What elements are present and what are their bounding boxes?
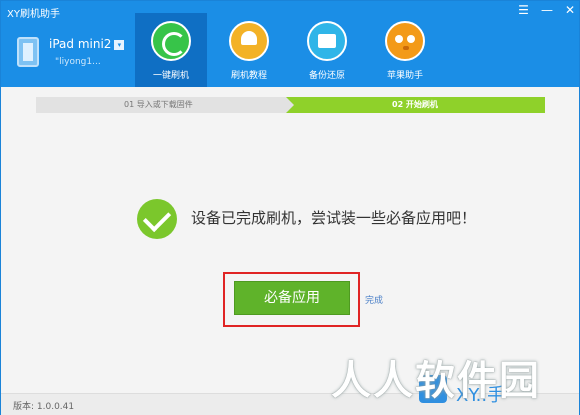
check-icon	[137, 199, 177, 239]
header-bar: XY刷机助手 ☰ — ✕ iPad mini2 ▾ "liyong1... 一键刷…	[1, 1, 579, 87]
dropdown-icon[interactable]: ▾	[114, 40, 125, 50]
main-nav: 一键刷机 刷机教程 备份还原 苹果助手	[135, 13, 447, 87]
device-name[interactable]: iPad mini2 ▾	[49, 37, 125, 51]
ipad-icon	[17, 37, 39, 67]
success-message: 设备已完成刷机，尝试装一些必备应用吧！	[191, 209, 477, 227]
step-import-firmware: 01 导入或下载固件	[36, 97, 286, 113]
done-link[interactable]: 完成	[365, 293, 383, 306]
minimize-icon[interactable]: —	[541, 4, 553, 16]
nav-item-one-click-flash[interactable]: 一键刷机	[135, 13, 207, 87]
refresh-icon	[151, 21, 191, 61]
essential-apps-button[interactable]: 必备应用	[234, 281, 350, 315]
nav-label: 刷机教程	[230, 71, 267, 81]
device-user: "liyong1...	[55, 57, 101, 67]
menu-icon[interactable]: ☰	[518, 4, 529, 16]
backup-icon	[307, 21, 347, 61]
close-icon[interactable]: ✕	[565, 4, 575, 16]
nav-item-backup-restore[interactable]: 备份还原	[291, 13, 363, 87]
window-controls: ☰ — ✕	[518, 4, 575, 16]
nav-item-tutorial[interactable]: 刷机教程	[213, 13, 285, 87]
step-start-flash: 02 开始刷机	[286, 97, 545, 113]
nav-label: 一键刷机	[152, 71, 189, 81]
device-name-label: iPad mini2	[49, 37, 112, 51]
device-selector[interactable]: iPad mini2 ▾ "liyong1...	[17, 35, 129, 71]
app-title: XY刷机助手	[7, 9, 60, 20]
watermark-text: 人人软件园	[331, 358, 541, 404]
version-label: 版本: 1.0.0.41	[13, 402, 75, 412]
nav-label: 苹果助手	[386, 71, 423, 81]
app-window: XY刷机助手 ☰ — ✕ iPad mini2 ▾ "liyong1... 一键刷…	[0, 0, 580, 415]
progress-steps: 01 导入或下载固件 02 开始刷机	[36, 97, 545, 113]
lamp-icon	[229, 21, 269, 61]
owl-icon	[385, 21, 425, 61]
nav-label: 备份还原	[308, 71, 345, 81]
nav-item-apple-assistant[interactable]: 苹果助手	[369, 13, 441, 87]
